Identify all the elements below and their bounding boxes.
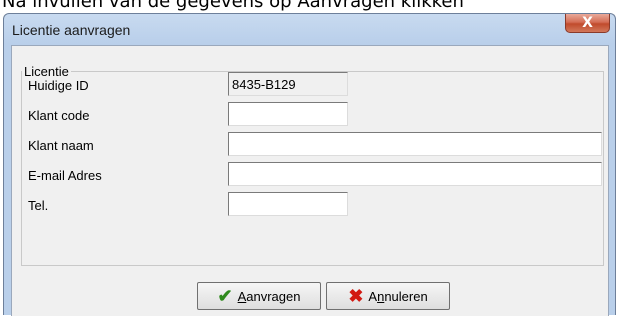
dialog-body: Licentie Huidige ID Klant code Klant naa…	[11, 45, 609, 316]
window-title: Licentie aanvragen	[12, 22, 131, 38]
title-bar[interactable]: Licentie aanvragen X	[4, 14, 615, 46]
email-input[interactable]	[228, 162, 602, 186]
close-icon: X	[582, 15, 593, 31]
client-name-label: Klant naam	[28, 138, 94, 153]
tel-input[interactable]	[228, 192, 348, 216]
request-button[interactable]: ✔ Aanvragen	[197, 282, 321, 310]
license-request-dialog: Licentie aanvragen X Licentie Huidige ID…	[3, 13, 616, 316]
request-button-label: Aanvragen	[237, 288, 301, 304]
current-id-label: Huidige ID	[28, 78, 89, 93]
tel-label: Tel.	[28, 198, 49, 213]
client-name-input[interactable]	[228, 132, 602, 156]
client-code-input[interactable]	[228, 102, 348, 126]
tutorial-caption: Na invullen van de gegevens op Aanvragen…	[2, 0, 464, 12]
close-button[interactable]: X	[565, 14, 610, 33]
current-id-field	[228, 72, 348, 96]
x-icon: ✖	[348, 286, 364, 306]
email-label: E-mail Adres	[28, 168, 102, 183]
cancel-button-label: Annuleren	[368, 288, 428, 304]
check-icon: ✔	[217, 286, 233, 306]
cancel-button[interactable]: ✖ Annuleren	[326, 282, 450, 310]
groupbox-legend: Licentie	[22, 64, 71, 79]
client-code-label: Klant code	[28, 108, 90, 123]
